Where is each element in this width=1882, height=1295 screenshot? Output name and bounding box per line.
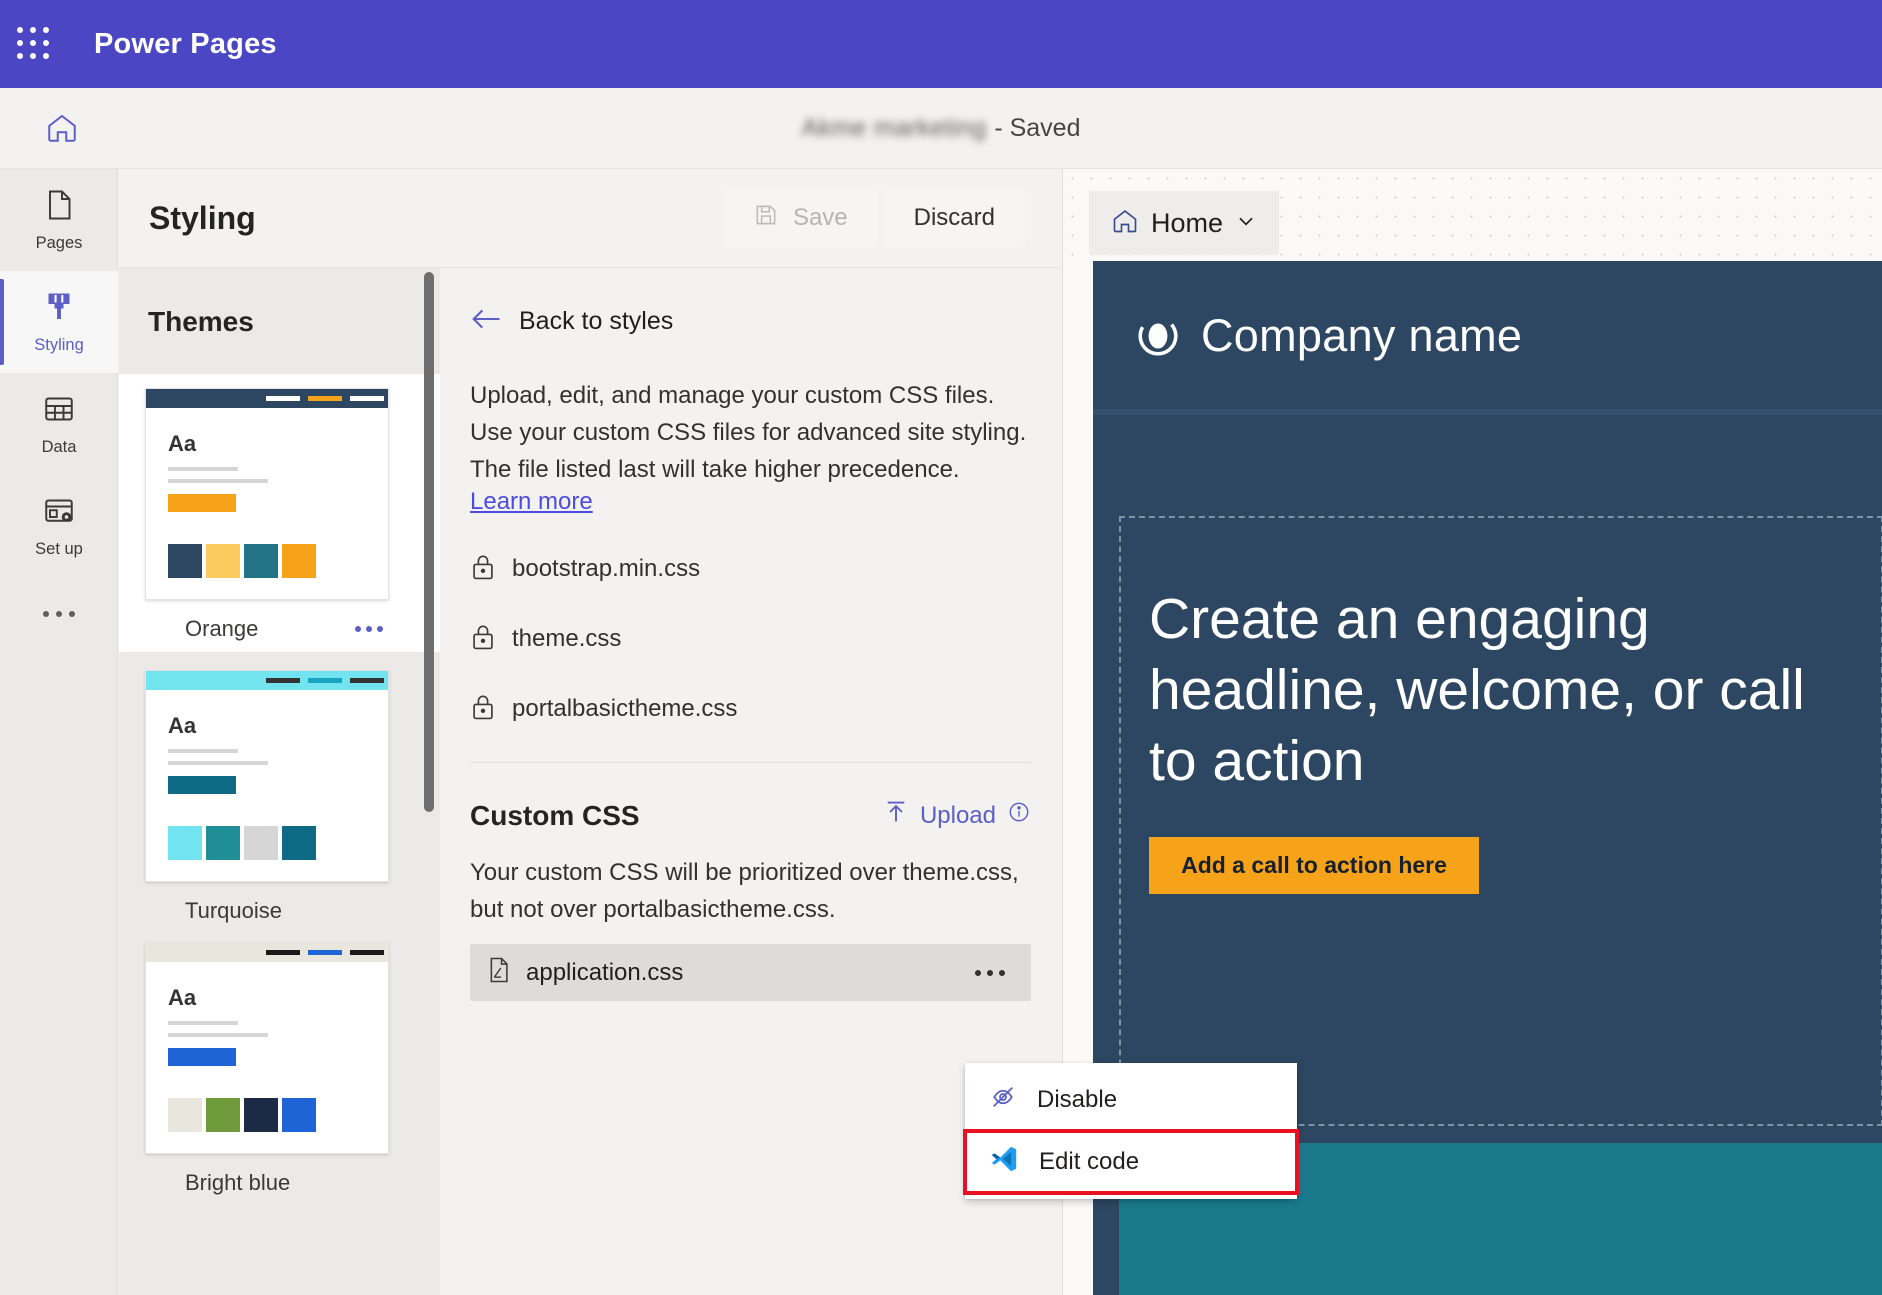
- sidebar-item-label: Data: [41, 438, 77, 456]
- hero-section[interactable]: Create an engaging headline, welcome, or…: [1119, 516, 1882, 1126]
- brand-bar: Power Pages: [0, 0, 1882, 88]
- upload-arrow-icon: [883, 799, 909, 832]
- sidebar-item-data[interactable]: Data: [0, 373, 118, 475]
- lock-icon: [470, 623, 496, 656]
- save-button[interactable]: Save: [722, 189, 878, 247]
- save-floppy-icon: [753, 202, 779, 235]
- more-ellipsis-icon[interactable]: [0, 577, 118, 651]
- hero-headline: Create an engaging headline, welcome, or…: [1149, 587, 1805, 793]
- discard-label: Discard: [913, 204, 995, 231]
- eye-slash-icon: [989, 1083, 1017, 1118]
- saved-status: - Saved: [994, 114, 1081, 142]
- site-header: Company name: [1093, 261, 1882, 381]
- context-menu-label: Edit code: [1039, 1148, 1140, 1175]
- file-name: theme.css: [512, 625, 622, 652]
- company-name: Company name: [1201, 310, 1523, 361]
- back-label: Back to styles: [519, 307, 674, 335]
- left-nav-rail: Pages Styling Data Set up: [0, 169, 118, 1295]
- learn-more-link[interactable]: Learn more: [470, 488, 593, 516]
- themes-title: Themes: [148, 306, 254, 337]
- page-title: Styling: [149, 199, 256, 236]
- themes-column: Themes Aa Orange Aa Turquoise Aa Bright …: [119, 268, 440, 1295]
- sidebar-item-styling[interactable]: Styling: [0, 271, 118, 373]
- theme-label: Turquoise: [185, 898, 283, 923]
- sidebar-item-setup[interactable]: Set up: [0, 475, 118, 577]
- theme-thumbnail[interactable]: Aa: [145, 942, 389, 1154]
- discard-button[interactable]: Discard: [883, 189, 1025, 247]
- custom-css-file-row[interactable]: application.css: [470, 944, 1031, 1001]
- file-name: bootstrap.min.css: [512, 555, 701, 582]
- theme-more-ellipsis-icon[interactable]: [349, 620, 389, 638]
- sidebar-item-label: Pages: [35, 234, 83, 252]
- custom-css-description: Upload, edit, and manage your custom CSS…: [470, 382, 1027, 483]
- theme-card-turquoise[interactable]: Aa Turquoise: [119, 670, 440, 924]
- home-icon[interactable]: [34, 100, 90, 156]
- header-divider-band: [1093, 409, 1882, 415]
- custom-css-note: Your custom CSS will be prioritized over…: [470, 859, 1019, 923]
- paintbrush-icon: [41, 289, 77, 330]
- theme-card-bright-blue[interactable]: Aa Bright blue: [119, 942, 440, 1196]
- theme-card-orange[interactable]: Aa Orange: [119, 374, 440, 652]
- section-divider: [470, 762, 1031, 763]
- theme-thumbnail[interactable]: Aa: [145, 670, 389, 882]
- themes-scrollbar-thumb[interactable]: [424, 272, 434, 812]
- info-circle-icon[interactable]: [1007, 800, 1031, 831]
- power-pages-app: Power Pages Akme marketing - Saved Pages: [0, 0, 1882, 1295]
- lock-icon: [470, 693, 496, 726]
- page-icon: [41, 187, 77, 228]
- save-label: Save: [792, 204, 848, 231]
- file-context-menu: Disable Edit code: [963, 1063, 1299, 1199]
- upload-label: Upload: [919, 801, 996, 829]
- file-name: portalbasictheme.css: [512, 695, 738, 722]
- custom-css-header: Custom CSS Upload: [470, 799, 1031, 832]
- file-name: application.css: [526, 958, 684, 986]
- css-file-icon: [486, 956, 512, 989]
- theme-sample-text: Aa: [168, 713, 197, 738]
- panel-actions: Save Discard: [722, 189, 1025, 247]
- circle-logo-icon: [1135, 313, 1181, 359]
- custom-css-title: Custom CSS: [470, 799, 640, 831]
- theme-sample-text: Aa: [168, 431, 197, 456]
- site-name: Akme marketing: [801, 114, 987, 142]
- app-launcher-icon[interactable]: [17, 27, 51, 61]
- sidebar-item-pages[interactable]: Pages: [0, 169, 118, 271]
- brand-title: Power Pages: [94, 27, 277, 60]
- upload-button[interactable]: Upload: [883, 799, 1031, 832]
- theme-thumbnail[interactable]: Aa: [145, 388, 389, 600]
- chevron-down-icon[interactable]: [1235, 210, 1257, 237]
- setup-gear-icon: [41, 493, 77, 534]
- page-tab-label: Home: [1151, 207, 1224, 238]
- lock-icon: [470, 553, 496, 586]
- theme-label: Orange: [185, 616, 259, 641]
- sidebar-item-label: Set up: [35, 540, 83, 558]
- page-tab-home[interactable]: Home: [1089, 191, 1280, 255]
- theme-sample-text: Aa: [168, 985, 197, 1010]
- home-icon: [1111, 207, 1139, 240]
- context-menu-label: Disable: [1037, 1086, 1118, 1113]
- locked-file-row[interactable]: bootstrap.min.css: [470, 534, 1061, 604]
- more-ellipsis-icon[interactable]: [967, 962, 1013, 984]
- vscode-icon: [989, 1144, 1019, 1181]
- context-menu-item-edit-code[interactable]: Edit code: [963, 1129, 1299, 1195]
- site-title-area: Akme marketing - Saved: [0, 88, 1882, 169]
- command-bar: Akme marketing - Saved: [0, 88, 1882, 169]
- arrow-left-icon: [470, 306, 502, 337]
- table-icon: [41, 391, 77, 432]
- hero-cta-button[interactable]: Add a call to action here: [1149, 837, 1479, 894]
- locked-file-row[interactable]: theme.css: [470, 604, 1061, 674]
- sidebar-item-label: Styling: [34, 336, 84, 354]
- locked-file-row[interactable]: portalbasictheme.css: [470, 674, 1061, 744]
- styling-panel-header: Styling Save Discard: [119, 169, 1061, 268]
- theme-label: Bright blue: [185, 1170, 291, 1195]
- context-menu-item-disable[interactable]: Disable: [965, 1069, 1297, 1131]
- back-to-styles-link[interactable]: Back to styles: [470, 306, 1061, 337]
